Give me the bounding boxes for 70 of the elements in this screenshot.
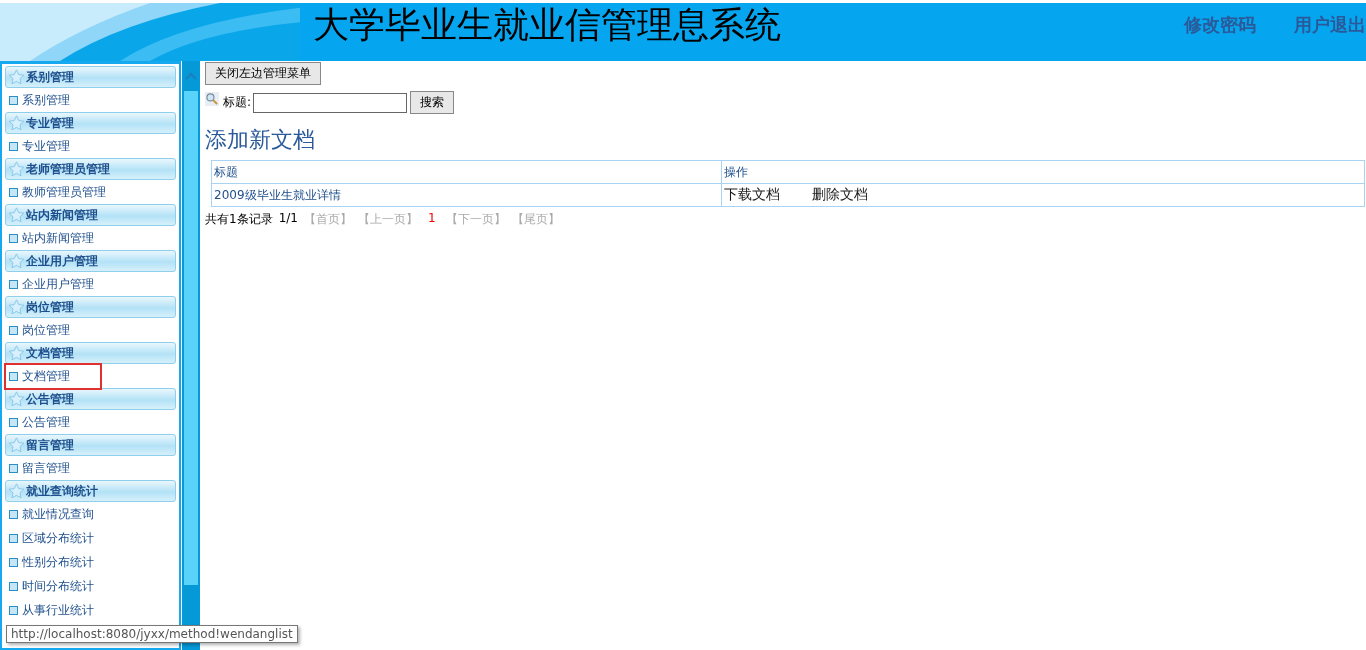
menu-item[interactable]: 留言管理 bbox=[4, 454, 102, 482]
star-icon bbox=[8, 68, 25, 86]
menu-group-header[interactable]: 专业管理 bbox=[5, 112, 176, 134]
page-title: 添加新文档 bbox=[205, 126, 316, 154]
menu-group-title: 企业用户管理 bbox=[26, 252, 98, 270]
star-icon bbox=[8, 482, 25, 500]
menu-group-title: 留言管理 bbox=[26, 436, 74, 454]
menu-group-title: 站内新闻管理 bbox=[26, 206, 98, 224]
menu-group-header[interactable]: 站内新闻管理 bbox=[5, 204, 176, 226]
search-icon bbox=[205, 91, 219, 106]
menu-item[interactable]: 站内新闻管理 bbox=[4, 224, 126, 252]
square-icon bbox=[9, 463, 18, 473]
menu-group-header[interactable]: 文档管理 bbox=[5, 342, 176, 364]
menu-group-title: 公告管理 bbox=[26, 390, 74, 408]
menu-group-header[interactable]: 系别管理 bbox=[5, 66, 176, 88]
menu-group-title: 老师管理员管理 bbox=[26, 160, 110, 178]
menu-group-title: 岗位管理 bbox=[26, 298, 74, 316]
menu-group-header[interactable]: 公告管理 bbox=[5, 388, 176, 410]
square-icon bbox=[9, 233, 18, 243]
search-button[interactable]: 搜索 bbox=[410, 91, 455, 114]
action-link[interactable]: 下载文档 bbox=[724, 186, 780, 202]
square-icon bbox=[9, 417, 18, 427]
star-icon bbox=[8, 298, 25, 316]
search-field[interactable] bbox=[253, 92, 408, 113]
column-header: 操作 bbox=[721, 160, 1365, 184]
square-icon bbox=[9, 371, 18, 381]
chevron-up-icon bbox=[185, 72, 197, 80]
column-header: 标题 bbox=[211, 160, 722, 184]
star-icon bbox=[8, 390, 25, 408]
document-link[interactable]: 2009级毕业生就业详情 bbox=[214, 187, 341, 202]
square-icon bbox=[9, 509, 18, 519]
status-tooltip: http://localhost:8080/jyxx/method!wendanglist bbox=[6, 625, 298, 643]
menu-item[interactable]: 文档管理 bbox=[4, 362, 102, 390]
menu-group-header[interactable]: 老师管理员管理 bbox=[5, 158, 176, 180]
star-icon bbox=[8, 114, 25, 132]
system-title: 大学毕业生就业信管理息系统 bbox=[313, 3, 781, 47]
square-icon bbox=[9, 325, 18, 335]
menu-item[interactable]: 公告管理 bbox=[4, 408, 102, 436]
menu-group-title: 就业查询统计 bbox=[26, 482, 98, 500]
menu-group-title: 文档管理 bbox=[26, 344, 74, 362]
menu-item[interactable]: 系别管理 bbox=[4, 86, 102, 114]
search-label: 标题: bbox=[223, 94, 252, 111]
square-icon bbox=[9, 557, 18, 567]
square-icon bbox=[9, 141, 18, 151]
current-page: 1 bbox=[427, 211, 436, 227]
star-icon bbox=[8, 206, 25, 224]
star-icon bbox=[8, 160, 25, 178]
menu-group-header[interactable]: 留言管理 bbox=[5, 434, 176, 456]
menu-item[interactable]: 教师管理员管理 bbox=[4, 178, 138, 206]
record-count: 共有1条记录 bbox=[205, 211, 273, 228]
menu-group-title: 系别管理 bbox=[26, 68, 74, 86]
star-icon bbox=[8, 344, 25, 362]
square-icon bbox=[9, 605, 18, 615]
menu-item[interactable]: 岗位管理 bbox=[4, 316, 102, 344]
star-icon bbox=[8, 436, 25, 454]
menu-group-header[interactable]: 岗位管理 bbox=[5, 296, 176, 318]
menu-group-header[interactable]: 就业查询统计 bbox=[5, 480, 176, 502]
page-indicator: 1/1 bbox=[278, 211, 298, 227]
square-icon bbox=[9, 95, 18, 105]
square-icon bbox=[9, 279, 18, 289]
menu-item[interactable]: 企业用户管理 bbox=[4, 270, 126, 298]
menu-group-title: 专业管理 bbox=[26, 114, 74, 132]
square-icon bbox=[9, 581, 18, 591]
square-icon bbox=[9, 187, 18, 197]
square-icon bbox=[9, 533, 18, 543]
close-menu-button[interactable]: 关闭左边管理菜单 bbox=[205, 62, 321, 85]
menu-item[interactable]: 专业管理 bbox=[4, 132, 102, 160]
star-icon bbox=[8, 252, 25, 270]
menu-group-header[interactable]: 企业用户管理 bbox=[5, 250, 176, 272]
action-link[interactable]: 删除文档 bbox=[812, 186, 868, 202]
